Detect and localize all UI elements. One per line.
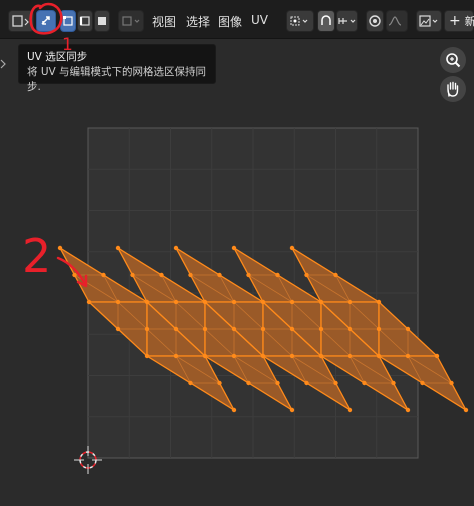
uv-vertex [173, 353, 179, 359]
uv-vertex [115, 299, 121, 305]
uv-vertex [144, 326, 150, 332]
uv-vertex [231, 245, 237, 251]
tooltip-title: UV 选区同步 [27, 51, 88, 63]
tooltip-description: 将 UV 与编辑模式下的网格选区保持同步. [27, 66, 207, 93]
uv-vertex [318, 353, 324, 359]
uv-vertex [449, 380, 454, 386]
uv-vertex [289, 326, 295, 332]
uv-vertex [289, 245, 295, 251]
uv-vertex [231, 353, 237, 359]
uv-vertex [376, 353, 382, 359]
uv-vertex [405, 353, 411, 359]
uv-vertex [420, 380, 425, 386]
uv-vertex [289, 407, 295, 413]
uv-vertex [289, 353, 295, 359]
uv-vertex [86, 299, 92, 305]
uv-vertex [173, 326, 179, 332]
uv-vertex [217, 272, 222, 278]
uv-vertex [188, 380, 193, 386]
uv-vertex [289, 299, 295, 305]
uv-vertex [376, 299, 382, 305]
uv-vertex [405, 407, 411, 413]
uv-vertex [318, 299, 324, 305]
uv-vertex [333, 380, 338, 386]
uv-vertex [405, 326, 411, 332]
uv-vertex [57, 245, 63, 251]
uv-vertex [275, 380, 280, 386]
uv-vertex [391, 380, 396, 386]
uv-vertex [347, 299, 353, 305]
uv-vertex [144, 299, 150, 305]
uv-vertex [347, 326, 353, 332]
uv-vertex [333, 272, 338, 278]
uv-vertex [376, 326, 382, 332]
uv-vertex [275, 272, 280, 278]
uv-vertex [101, 272, 106, 278]
uv-vertex [159, 272, 164, 278]
uv-vertex [217, 380, 222, 386]
uv-sync-tooltip: UV 选区同步 将 UV 与编辑模式下的网格选区保持同步. [18, 44, 216, 93]
uv-vertex [246, 272, 251, 278]
uv-vertex [173, 299, 179, 305]
uv-vertex [231, 326, 237, 332]
uv-vertex [347, 353, 353, 359]
uv-vertex [144, 353, 150, 359]
uv-vertex [188, 272, 193, 278]
uv-vertex [202, 326, 208, 332]
uv-vertex [318, 326, 324, 332]
uv-vertex [115, 326, 121, 332]
uv-vertex [202, 353, 208, 359]
uv-vertex [260, 299, 266, 305]
uv-vertex [130, 272, 135, 278]
uv-vertex [202, 299, 208, 305]
uv-vertex [434, 353, 440, 359]
uv-vertex [115, 245, 121, 251]
uv-vertex [173, 245, 179, 251]
uv-vertex [463, 407, 469, 413]
uv-vertex [304, 380, 309, 386]
uv-vertex [231, 407, 237, 413]
uv-vertex [72, 272, 77, 278]
uv-vertex [260, 326, 266, 332]
uv-vertex [260, 353, 266, 359]
uv-vertex [304, 272, 309, 278]
uv-vertex [246, 380, 251, 386]
uv-vertex [362, 380, 367, 386]
uv-vertex [231, 299, 237, 305]
uv-vertex [347, 407, 353, 413]
